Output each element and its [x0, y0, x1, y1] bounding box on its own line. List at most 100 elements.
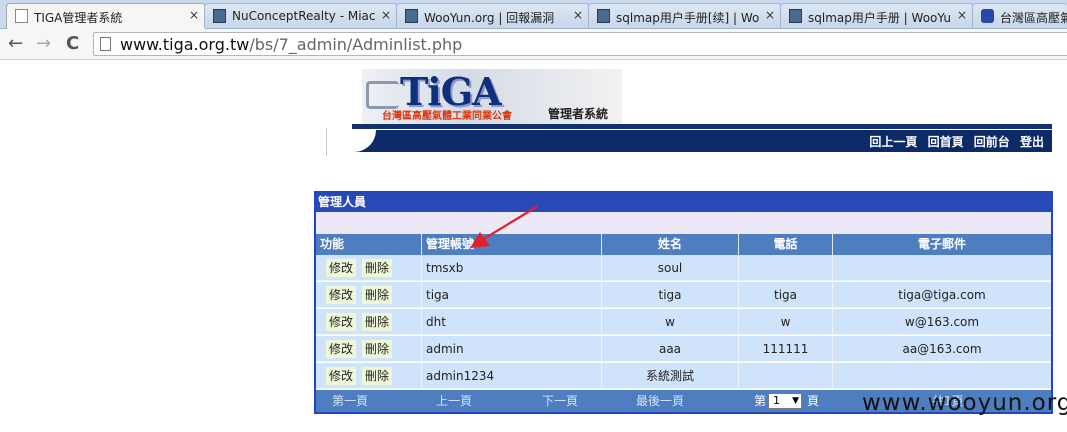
watermark: www.wooyun.org — [862, 390, 1067, 416]
edit-button[interactable]: 修改 — [326, 313, 357, 331]
nav-link-frontend[interactable]: 回前台 — [974, 135, 1010, 149]
nav-link-back[interactable]: 回上一頁 — [869, 135, 917, 149]
phone-cell: 111111 — [739, 336, 833, 362]
header-nav-strip: 回上一頁 回首頁 回前台 登出 — [352, 130, 1052, 152]
next-page-link[interactable]: 下一頁 — [542, 390, 578, 412]
edit-button[interactable]: 修改 — [326, 259, 357, 277]
address-bar[interactable]: www.tiga.org.tw/bs/7_admin/Adminlist.php — [93, 32, 1067, 56]
reload-icon[interactable]: C — [66, 34, 79, 54]
account-cell: admin — [422, 336, 602, 362]
header-nav: 回上一頁 回首頁 回前台 登出 — [863, 133, 1044, 150]
close-icon[interactable]: × — [957, 8, 967, 22]
header-corner-line — [326, 128, 353, 156]
dropdown-arrow-icon: ▼ — [792, 396, 799, 406]
page-icon — [100, 37, 111, 51]
image-icon — [213, 9, 226, 23]
last-page-link[interactable]: 最後一頁 — [636, 390, 684, 412]
row-actions: 修改 刪除 — [316, 309, 422, 335]
column-header-function: 功能 — [316, 234, 422, 255]
close-icon[interactable]: × — [573, 8, 583, 22]
tab-taiwan-gas[interactable]: 台灣區高壓氣 — [972, 3, 1067, 28]
delete-button[interactable]: 刪除 — [362, 286, 393, 304]
email-cell: tiga@tiga.com — [833, 282, 1051, 308]
row-actions: 修改 刪除 — [316, 336, 422, 362]
tab-sqlmap-manual[interactable]: sqlmap用户手册 | WooYu × — [780, 3, 974, 28]
table-row: 修改 刪除 dht w w w@163.com — [316, 309, 1051, 335]
phone-cell — [739, 255, 833, 281]
paw-icon — [981, 9, 994, 23]
delete-button[interactable]: 刪除 — [362, 259, 393, 277]
forward-arrow-icon[interactable]: → — [36, 34, 51, 54]
tab-title: sqlmap用户手册[续] | Wo — [616, 11, 759, 25]
delete-button[interactable]: 刪除 — [362, 367, 393, 385]
first-page-link[interactable]: 第一頁 — [332, 390, 368, 412]
account-cell: dht — [422, 309, 602, 335]
panel-spacer — [316, 212, 1051, 234]
row-actions: 修改 刪除 — [316, 363, 422, 389]
delete-button[interactable]: 刪除 — [362, 340, 393, 358]
tab-tiga-admin[interactable]: TIGA管理者系統 × — [6, 3, 206, 29]
name-cell: tiga — [602, 282, 739, 308]
column-header-account: 管理帳號 — [422, 234, 602, 255]
tab-title: sqlmap用户手册 | WooYu — [808, 11, 951, 25]
system-title: 管理者系統 — [548, 107, 609, 121]
tab-nuconceptrealty[interactable]: NuConceptRealty - Miac × — [204, 3, 398, 28]
back-arrow-icon[interactable]: ← — [8, 34, 23, 54]
table-row: 修改 刪除 admin aaa 111111 aa@163.com — [316, 336, 1051, 362]
name-cell: soul — [602, 255, 739, 281]
page-select-value: 1 — [773, 394, 780, 407]
delete-button[interactable]: 刪除 — [362, 313, 393, 331]
column-header-email: 電子郵件 — [833, 234, 1051, 255]
tab-sqlmap-manual-cont[interactable]: sqlmap用户手册[续] | Wo × — [588, 3, 782, 28]
edit-button[interactable]: 修改 — [326, 340, 357, 358]
close-icon[interactable]: × — [381, 8, 391, 22]
page-prefix: 第 — [754, 394, 767, 408]
tab-title: NuConceptRealty - Miac — [232, 9, 375, 23]
tab-title: 台灣區高壓氣 — [1000, 11, 1067, 25]
phone-cell: w — [739, 309, 833, 335]
table-row: 修改 刪除 tmsxb soul — [316, 255, 1051, 281]
pipe-graphic — [366, 81, 399, 109]
admin-list-panel: 管理人員 功能 管理帳號 姓名 電話 電子郵件 修改 刪除 tmsxb soul… — [314, 191, 1053, 414]
column-header-phone: 電話 — [739, 234, 833, 255]
row-actions: 修改 刪除 — [316, 282, 422, 308]
row-actions: 修改 刪除 — [316, 255, 422, 281]
table-row: 修改 刪除 tiga tiga tiga tiga@tiga.com — [316, 282, 1051, 308]
url-domain: www.tiga.org.tw — [120, 35, 250, 54]
phone-cell: tiga — [739, 282, 833, 308]
edit-button[interactable]: 修改 — [326, 367, 357, 385]
nav-link-home[interactable]: 回首頁 — [928, 135, 964, 149]
account-cell: tiga — [422, 282, 602, 308]
tab-title: WooYun.org | 回報漏洞 — [424, 11, 555, 25]
image-icon — [789, 9, 802, 23]
url-text: www.tiga.org.tw/bs/7_admin/Adminlist.php — [120, 35, 462, 54]
column-header-name: 姓名 — [602, 234, 739, 255]
email-cell: w@163.com — [833, 309, 1051, 335]
panel-title: 管理人員 — [316, 193, 1051, 212]
name-cell: w — [602, 309, 739, 335]
edit-button[interactable]: 修改 — [326, 286, 357, 304]
browser-toolbar: ← → C www.tiga.org.tw/bs/7_admin/Adminli… — [0, 29, 1067, 60]
name-cell: 系統測試 — [602, 363, 739, 389]
image-icon — [597, 9, 610, 23]
account-cell: admin1234 — [422, 363, 602, 389]
page-select[interactable]: 1 ▼ — [768, 393, 802, 409]
email-cell — [833, 363, 1051, 389]
table-row: 修改 刪除 admin1234 系統測試 — [316, 363, 1051, 389]
logo-subtitle: 台灣區高壓氣體工業同業公會 — [382, 111, 512, 122]
name-cell: aaa — [602, 336, 739, 362]
email-cell: aa@163.com — [833, 336, 1051, 362]
close-icon[interactable]: × — [765, 8, 775, 22]
header-rule — [352, 124, 1052, 129]
tab-title: TIGA管理者系統 — [34, 11, 123, 25]
image-icon — [405, 9, 418, 23]
email-cell — [833, 255, 1051, 281]
phone-cell — [739, 363, 833, 389]
page-suffix: 頁 — [807, 394, 820, 408]
prev-page-link[interactable]: 上一頁 — [436, 390, 472, 412]
nav-link-logout[interactable]: 登出 — [1020, 135, 1044, 149]
tab-wooyun-report[interactable]: WooYun.org | 回報漏洞 × — [396, 3, 590, 28]
url-path: /bs/7_admin/Adminlist.php — [249, 35, 463, 54]
close-icon[interactable]: × — [189, 8, 199, 22]
page-icon — [15, 9, 28, 23]
